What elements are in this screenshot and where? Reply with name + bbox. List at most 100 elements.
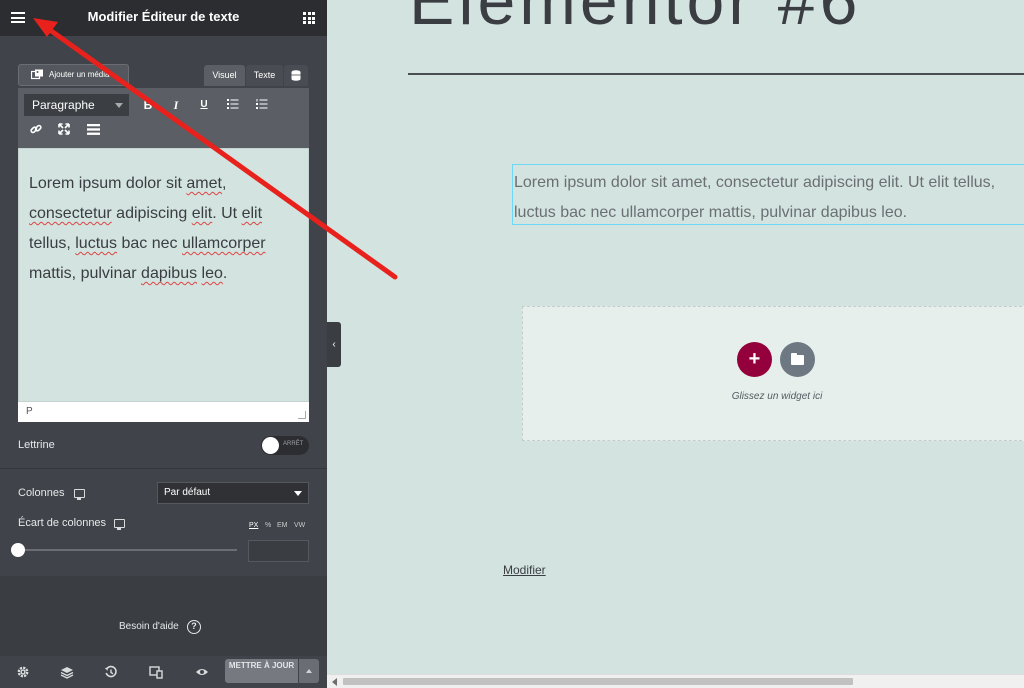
add-media-label: Ajouter un média <box>49 70 110 79</box>
kitchen-sink-icon <box>86 124 100 135</box>
help-area: Besoin d'aide ? <box>0 576 327 656</box>
help-link[interactable]: Besoin d'aide <box>119 621 179 632</box>
plus-icon: + <box>748 348 761 370</box>
history-icon[interactable] <box>104 665 118 679</box>
editor-line: tellus, luctus bac nec ullamcorper <box>29 229 301 259</box>
unit-vw[interactable]: VW <box>294 522 305 529</box>
text-widget[interactable]: Lorem ipsum dolor sit amet, consectetur … <box>512 164 1024 225</box>
add-template-button[interactable] <box>780 342 815 377</box>
desktop-icon[interactable] <box>114 519 125 530</box>
editor-statusbar: P <box>18 402 309 422</box>
panel-title: Modifier Éditeur de texte <box>87 9 240 24</box>
text-editor-area[interactable]: Lorem ipsum dolor sit amet, consectetur … <box>18 148 309 402</box>
edit-link[interactable]: Modifier <box>503 563 546 577</box>
collapse-panel-button[interactable]: ‹ <box>327 322 341 367</box>
preview-canvas: ‹ Elementor #6 Lorem ipsum dolor sit ame… <box>327 0 1024 674</box>
scrollbar-thumb[interactable] <box>343 678 853 685</box>
columns-select[interactable]: Par défaut <box>157 482 309 504</box>
columns-label: Colonnes <box>18 487 65 499</box>
editor-text-run: . Ut <box>212 205 242 222</box>
editor-panel: Modifier Éditeur de texte Ajouter un méd… <box>0 0 327 688</box>
column-gap-label: Écart de colonnes <box>18 517 107 529</box>
misspelled-word: elit <box>191 205 213 222</box>
preview-eye-icon[interactable] <box>195 665 209 679</box>
misspelled-word: luctus <box>75 235 118 252</box>
panel-body: Ajouter un média Visuel Texte Paragraphe… <box>0 36 327 576</box>
underline-button[interactable]: U <box>194 95 214 115</box>
add-section-button[interactable]: + <box>737 342 772 377</box>
desktop-icon[interactable] <box>74 489 85 500</box>
numbered-list-button[interactable] <box>252 95 272 115</box>
unit-px[interactable]: PX <box>249 522 258 529</box>
format-value: Paragraphe <box>32 98 95 112</box>
chevron-down-icon <box>115 103 123 108</box>
misspelled-word: ullamcorper <box>181 235 266 252</box>
columns-value: Par défaut <box>164 487 211 498</box>
misspelled-word: amet <box>186 175 222 192</box>
slider-handle[interactable] <box>11 543 25 557</box>
update-button[interactable]: METTRE À JOUR <box>225 659 298 683</box>
settings-gear-icon[interactable] <box>16 665 30 679</box>
fullscreen-button[interactable] <box>54 121 74 141</box>
page-heading[interactable]: Elementor #6 <box>409 0 861 40</box>
horizontal-scrollbar[interactable] <box>327 674 1024 688</box>
database-icon <box>291 70 301 81</box>
italic-button[interactable]: I <box>166 95 186 115</box>
editor-line: Lorem ipsum dolor sit amet, <box>29 169 301 199</box>
dynamic-tags-button[interactable] <box>284 65 308 86</box>
drop-cap-toggle[interactable]: ARRÊT <box>261 436 309 455</box>
editor-line: mattis, pulvinar dapibus leo. <box>29 259 301 289</box>
dropzone-hint: Glissez un widget ici <box>731 391 823 402</box>
editor-text-run: Lorem ipsum dolor sit <box>29 175 187 192</box>
link-icon <box>30 124 42 134</box>
link-button[interactable] <box>26 121 46 141</box>
folder-icon <box>791 353 804 365</box>
unit-em[interactable]: EM <box>277 522 288 529</box>
toggle-state-text: ARRÊT <box>283 441 304 447</box>
tab-text[interactable]: Texte <box>246 65 283 86</box>
editor-text-run: bac nec <box>117 235 182 252</box>
save-options-button[interactable] <box>299 659 319 683</box>
scroll-left-arrow-icon[interactable] <box>332 678 337 686</box>
widgets-grid-icon[interactable] <box>303 12 315 24</box>
panel-header: Modifier Éditeur de texte <box>0 0 327 36</box>
editor-text-run: mattis, pulvinar <box>29 265 142 282</box>
column-gap-slider[interactable] <box>18 549 237 551</box>
responsive-mode-icon[interactable] <box>149 665 163 679</box>
bold-button[interactable]: B <box>138 95 158 115</box>
format-select[interactable]: Paragraphe <box>24 94 129 116</box>
divider <box>0 468 327 469</box>
expand-icon <box>58 123 70 135</box>
add-media-button[interactable]: Ajouter un média <box>18 64 129 86</box>
empty-section-dropzone[interactable]: + Glissez un widget ici <box>522 306 1024 441</box>
bullet-list-button[interactable] <box>223 95 243 115</box>
heading-divider <box>408 73 1024 75</box>
column-gap-input[interactable] <box>248 540 309 562</box>
editor-line: consectetur adipiscing elit. Ut elit <box>29 199 301 229</box>
misspelled-word: consectetur <box>29 205 112 222</box>
numbered-list-icon <box>256 99 268 109</box>
help-icon[interactable]: ? <box>187 620 201 634</box>
bullet-list-icon <box>227 99 239 109</box>
tab-visual[interactable]: Visuel <box>204 65 245 86</box>
editor-toolbar: Paragraphe B I U <box>18 88 309 148</box>
toggle-knob <box>262 437 279 454</box>
resize-handle-icon[interactable] <box>298 411 306 419</box>
misspelled-word: elit <box>241 205 263 222</box>
panel-footer: METTRE À JOUR <box>0 656 327 688</box>
misspelled-word: dapibus <box>141 265 198 282</box>
chevron-down-icon <box>294 491 302 496</box>
drop-cap-label: Lettrine <box>18 439 55 451</box>
editor-text-run: adipiscing <box>111 205 192 222</box>
chevron-left-icon: ‹ <box>332 339 336 350</box>
misspelled-word: leo <box>201 265 223 282</box>
layers-icon[interactable] <box>60 665 74 679</box>
editor-text-run: , <box>221 175 227 192</box>
unit-percent[interactable]: % <box>265 522 271 529</box>
element-path: P <box>26 406 33 417</box>
media-icon <box>31 69 43 80</box>
editor-text-run: tellus, <box>29 235 76 252</box>
toolbar-toggle-button[interactable] <box>83 121 103 141</box>
editor-text-run: . <box>222 265 228 282</box>
editor-content[interactable]: Lorem ipsum dolor sit amet, consectetur … <box>29 169 301 289</box>
